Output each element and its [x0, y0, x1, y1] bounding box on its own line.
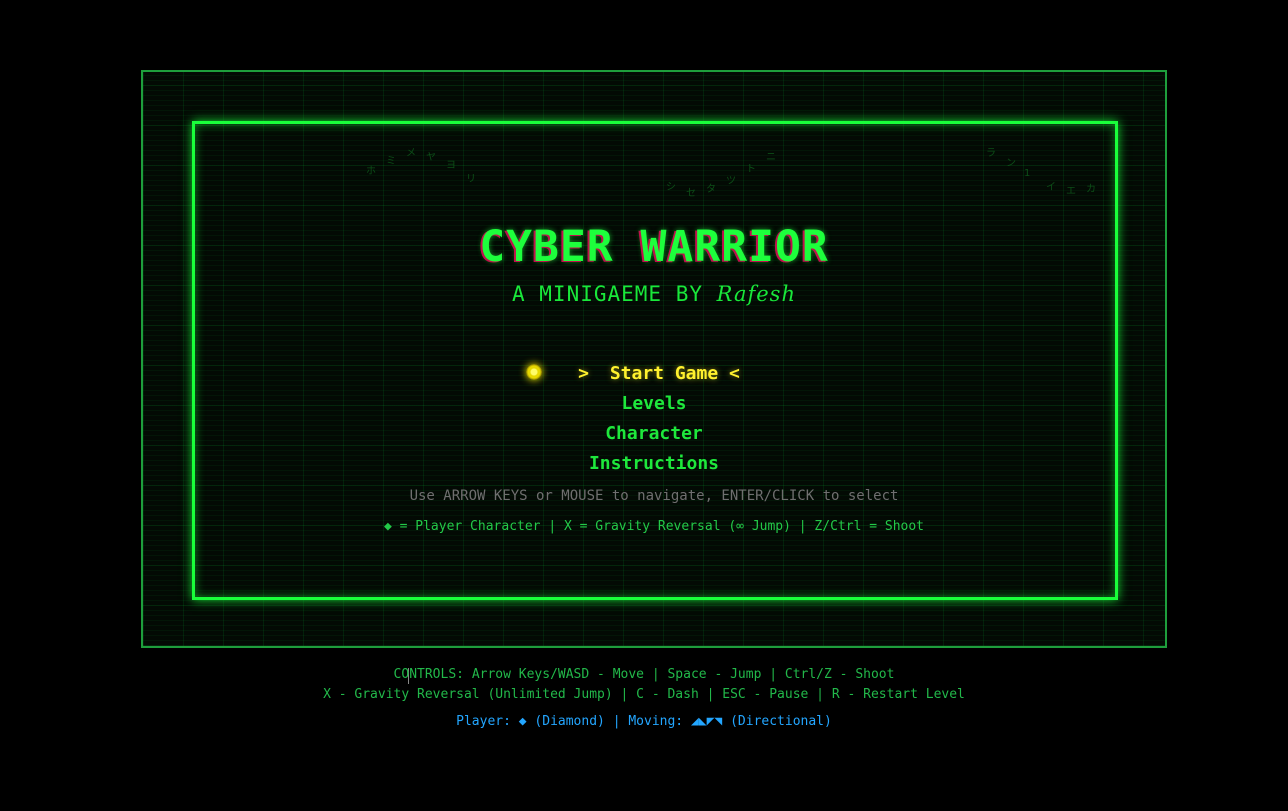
- menu-item-label: Levels: [621, 393, 687, 414]
- menu-item-instructions[interactable]: Instructions: [143, 453, 1165, 474]
- subtitle-prefix: A MINIGAEME BY: [512, 282, 704, 306]
- controls-line-2: X - Gravity Reversal (Unlimited Jump) | …: [323, 687, 965, 702]
- selection-arrow-left: >: [578, 363, 589, 384]
- menu-item-label: Instructions: [588, 453, 720, 474]
- menu-item-label: Start Game: [609, 363, 719, 384]
- game-title: CYBER WARRIOR: [479, 222, 829, 272]
- author-name: Rafesh: [716, 282, 796, 306]
- player-info-line: Player: ◆ (Diamond) | Moving: ◢◣◤◥ (Dire…: [456, 714, 832, 729]
- menu-item-start-game[interactable]: > Start Game <: [143, 363, 1165, 384]
- navigation-hint: Use ARROW KEYS or MOUSE to navigate, ENT…: [409, 488, 899, 504]
- controls-line-1: CONTROLS: Arrow Keys/WASD - Move | Space…: [393, 667, 895, 682]
- selection-arrow-right: <: [729, 363, 740, 384]
- game-canvas[interactable]: メ ミ ホ ヤ ヨ リ ト ツ タ セ シ ニ ラ ン 1 イ エ カ CYBE…: [141, 70, 1167, 648]
- menu-item-character[interactable]: Character: [143, 423, 1165, 444]
- controls-legend: ◆ = Player Character | X = Gravity Rever…: [383, 519, 925, 534]
- menu-item-label: Character: [605, 423, 703, 444]
- game-subtitle: A MINIGAEME BY Rafesh: [143, 282, 1165, 306]
- menu-item-levels[interactable]: Levels: [143, 393, 1165, 414]
